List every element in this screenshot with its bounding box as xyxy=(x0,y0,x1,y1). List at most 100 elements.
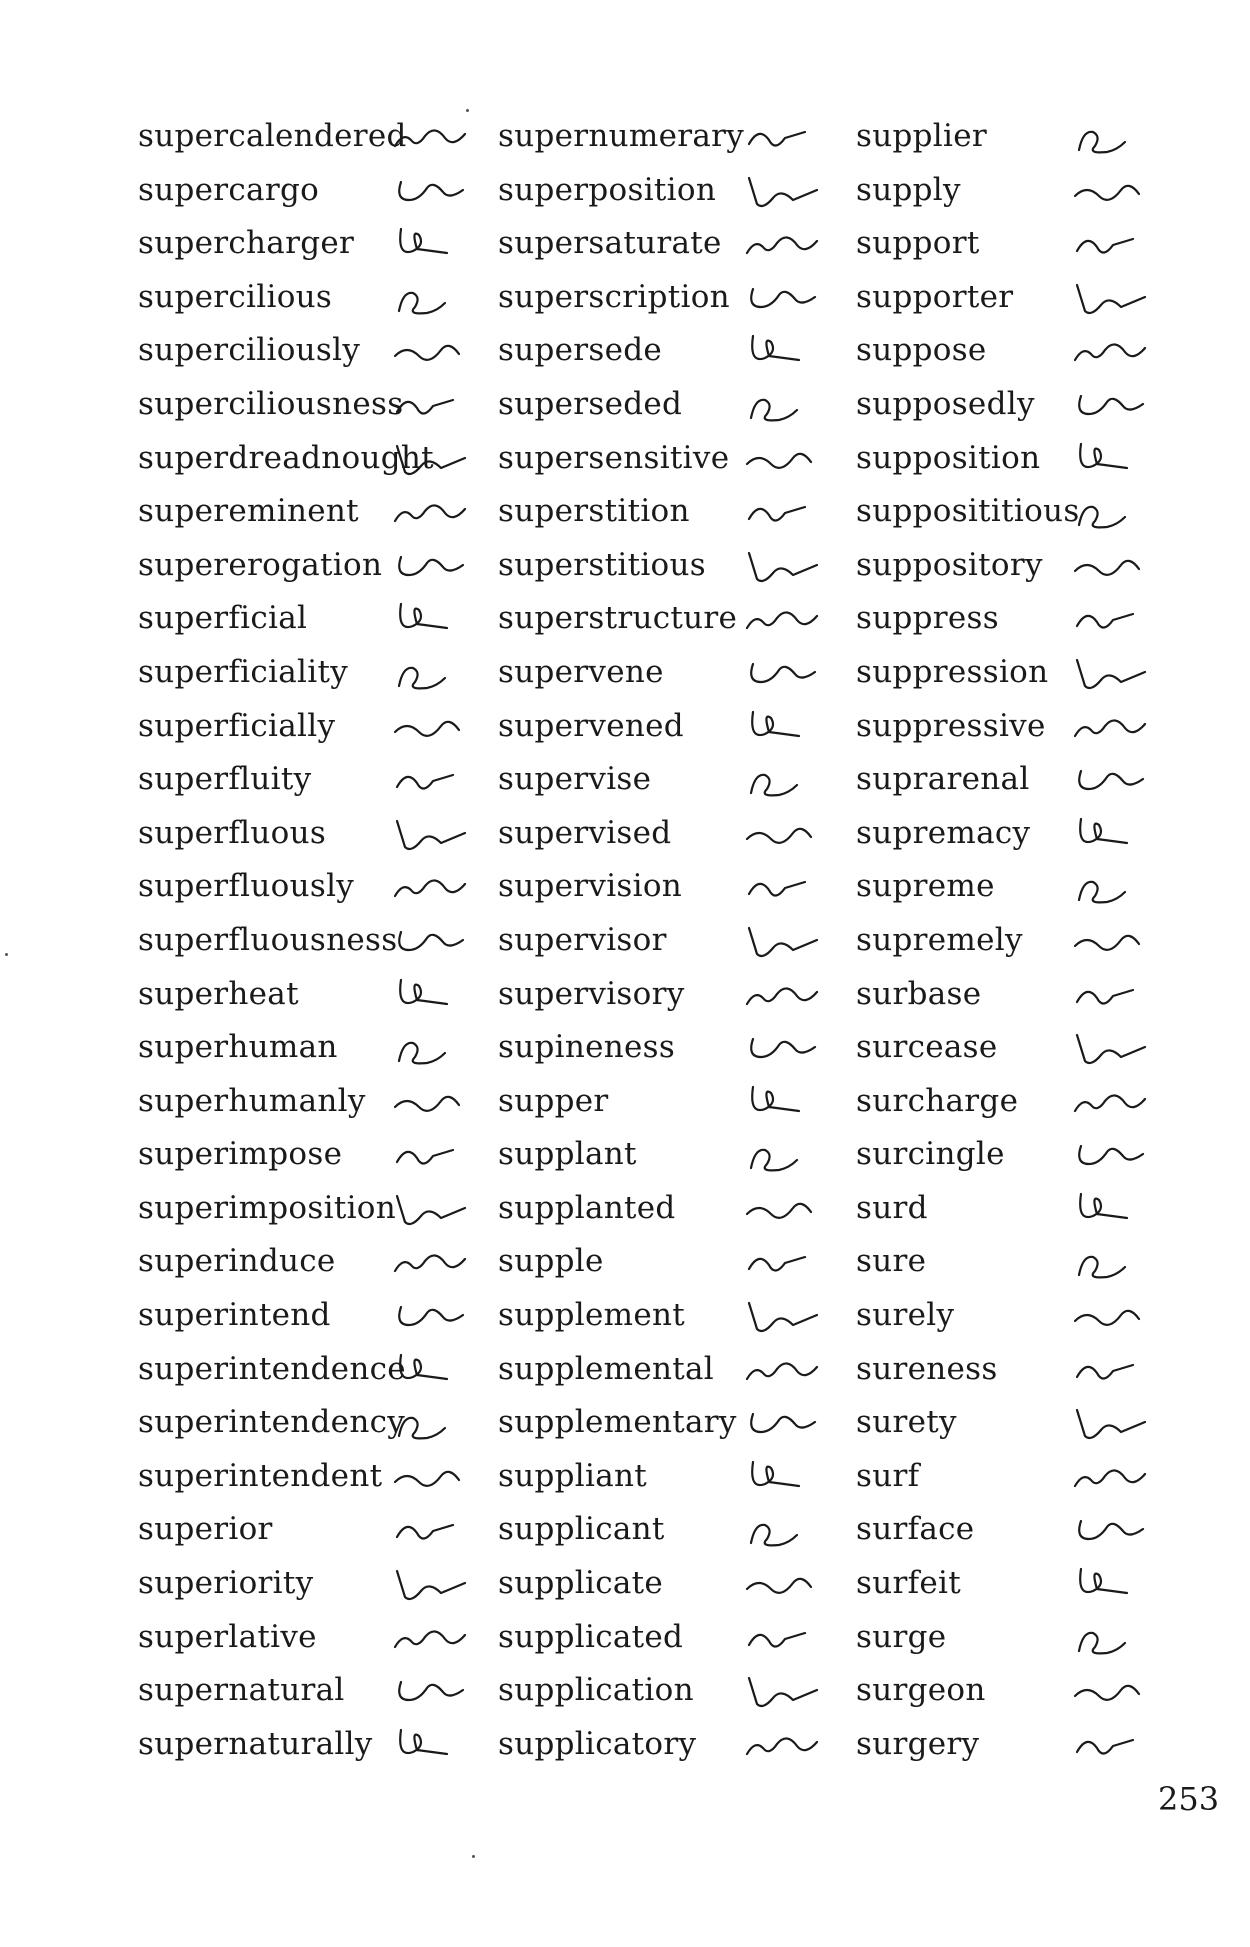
shorthand-stroke xyxy=(751,335,801,362)
dictionary-entry: supplemental xyxy=(498,1349,858,1403)
entry-word: support xyxy=(856,225,980,262)
dictionary-entry: superintend xyxy=(138,1295,498,1349)
dictionary-entry: supervision xyxy=(498,866,858,920)
shorthand-stroke xyxy=(393,129,467,148)
shorthand-stroke xyxy=(398,1305,465,1327)
dictionary-entry: superficiality xyxy=(138,652,498,706)
dictionary-entry: sureness xyxy=(856,1349,1216,1403)
shorthand-stroke xyxy=(749,398,799,422)
dictionary-entry: supereminent xyxy=(138,491,498,545)
shorthand-outline-icon xyxy=(745,452,813,469)
dictionary-entry: superlative xyxy=(138,1617,498,1671)
shorthand-outline-icon xyxy=(751,1085,801,1112)
shorthand-outline-icon xyxy=(1077,881,1127,904)
entry-word: supervene xyxy=(498,653,664,690)
shorthand-outline-icon xyxy=(395,1569,467,1601)
shorthand-outline-icon xyxy=(395,1149,455,1165)
shorthand-outline-icon xyxy=(399,978,449,1005)
shorthand-stroke xyxy=(747,176,819,207)
shorthand-stroke xyxy=(750,1413,817,1434)
entry-word: supremacy xyxy=(856,814,1031,851)
entry-word: supplication xyxy=(498,1672,694,1709)
entry-word: supper xyxy=(498,1082,609,1119)
shorthand-outline-icon xyxy=(747,1301,819,1333)
shorthand-stroke xyxy=(1075,658,1147,690)
entry-word: suppress xyxy=(856,600,999,637)
shorthand-stroke xyxy=(1073,184,1141,201)
entry-word: superciliously xyxy=(138,332,361,369)
entry-word: superlative xyxy=(138,1618,317,1655)
shorthand-outline-icon xyxy=(1075,1409,1147,1440)
shorthand-stroke xyxy=(750,662,817,684)
shorthand-stroke xyxy=(751,710,801,737)
shorthand-stroke xyxy=(1079,1567,1129,1595)
shorthand-stroke xyxy=(1073,934,1141,951)
shorthand-outline-icon xyxy=(747,881,807,897)
shorthand-stroke xyxy=(393,1630,467,1648)
dictionary-entry: superintendence xyxy=(138,1349,498,1403)
entry-word: sure xyxy=(856,1243,927,1280)
column-1: supercalendered supercargo supercharger sup… xyxy=(138,116,498,1777)
dictionary-entry: superhumanly xyxy=(138,1081,498,1135)
shorthand-outline-icon xyxy=(747,1631,807,1648)
dictionary-entry: supplant xyxy=(498,1134,858,1188)
entry-word: surety xyxy=(856,1404,957,1441)
shorthand-outline-icon xyxy=(1075,1033,1147,1065)
shorthand-outline-icon xyxy=(751,710,801,737)
dictionary-entry: supplicated xyxy=(498,1617,858,1671)
entry-word: surd xyxy=(856,1189,928,1226)
dictionary-entry: surgeon xyxy=(856,1670,1216,1724)
shorthand-stroke xyxy=(1077,505,1127,529)
entry-word: superheat xyxy=(138,975,299,1012)
entry-word: superficiality xyxy=(138,653,349,690)
shorthand-stroke xyxy=(751,1085,801,1112)
entry-word: superficially xyxy=(138,707,336,744)
entry-word: suppose xyxy=(856,332,987,369)
shorthand-stroke xyxy=(399,1728,449,1755)
shorthand-stroke xyxy=(1075,238,1135,254)
entry-word: supplemental xyxy=(498,1350,714,1387)
shorthand-outline-icon xyxy=(1079,817,1129,844)
entry-word: superintendent xyxy=(138,1457,383,1494)
shorthand-outline-icon xyxy=(393,129,467,148)
shorthand-stroke xyxy=(393,1095,461,1112)
shorthand-outline-icon xyxy=(749,1524,799,1547)
dictionary-entry: supererogation xyxy=(138,545,498,599)
entry-word: supposititious xyxy=(856,493,1080,530)
entry-word: supervise xyxy=(498,761,652,798)
entry-word: superposition xyxy=(498,171,717,208)
shorthand-outline-icon xyxy=(393,879,467,898)
entry-word: superintendency xyxy=(138,1404,406,1441)
entry-word: surge xyxy=(856,1618,947,1655)
entry-word: superfluously xyxy=(138,868,355,905)
shorthand-outline-icon xyxy=(1078,394,1145,416)
shorthand-outline-icon xyxy=(1073,1684,1141,1702)
shorthand-outline-icon xyxy=(395,1524,455,1541)
dictionary-entry: surely xyxy=(856,1295,1216,1349)
shorthand-stroke xyxy=(745,986,819,1005)
entry-word: supercilious xyxy=(138,278,333,315)
entry-word: supersede xyxy=(498,332,663,369)
shorthand-stroke xyxy=(395,774,455,790)
shorthand-outline-icon xyxy=(1075,988,1135,1005)
entry-word: sureness xyxy=(856,1350,998,1387)
shorthand-stroke xyxy=(1075,283,1147,314)
shorthand-outline-icon xyxy=(1075,613,1135,629)
shorthand-stroke xyxy=(747,1631,807,1648)
dictionary-entry: surd xyxy=(856,1188,1216,1242)
shorthand-stroke xyxy=(395,1569,467,1601)
shorthand-stroke xyxy=(745,1577,813,1594)
shorthand-stroke xyxy=(747,926,819,957)
dictionary-entry: supply xyxy=(856,170,1216,224)
shorthand-stroke xyxy=(398,1681,465,1702)
entry-word: supposition xyxy=(856,439,1041,476)
entry-word: supple xyxy=(498,1243,604,1280)
shorthand-outline-icon xyxy=(745,611,819,630)
entry-word: supplicant xyxy=(498,1511,665,1548)
shorthand-stroke xyxy=(1073,1094,1147,1112)
shorthand-outline-icon xyxy=(747,926,819,957)
dictionary-entry: surgery xyxy=(856,1724,1216,1778)
shorthand-stroke xyxy=(745,1202,813,1219)
entry-word: superhumanly xyxy=(138,1082,366,1119)
dictionary-entry: supersede xyxy=(498,330,858,384)
